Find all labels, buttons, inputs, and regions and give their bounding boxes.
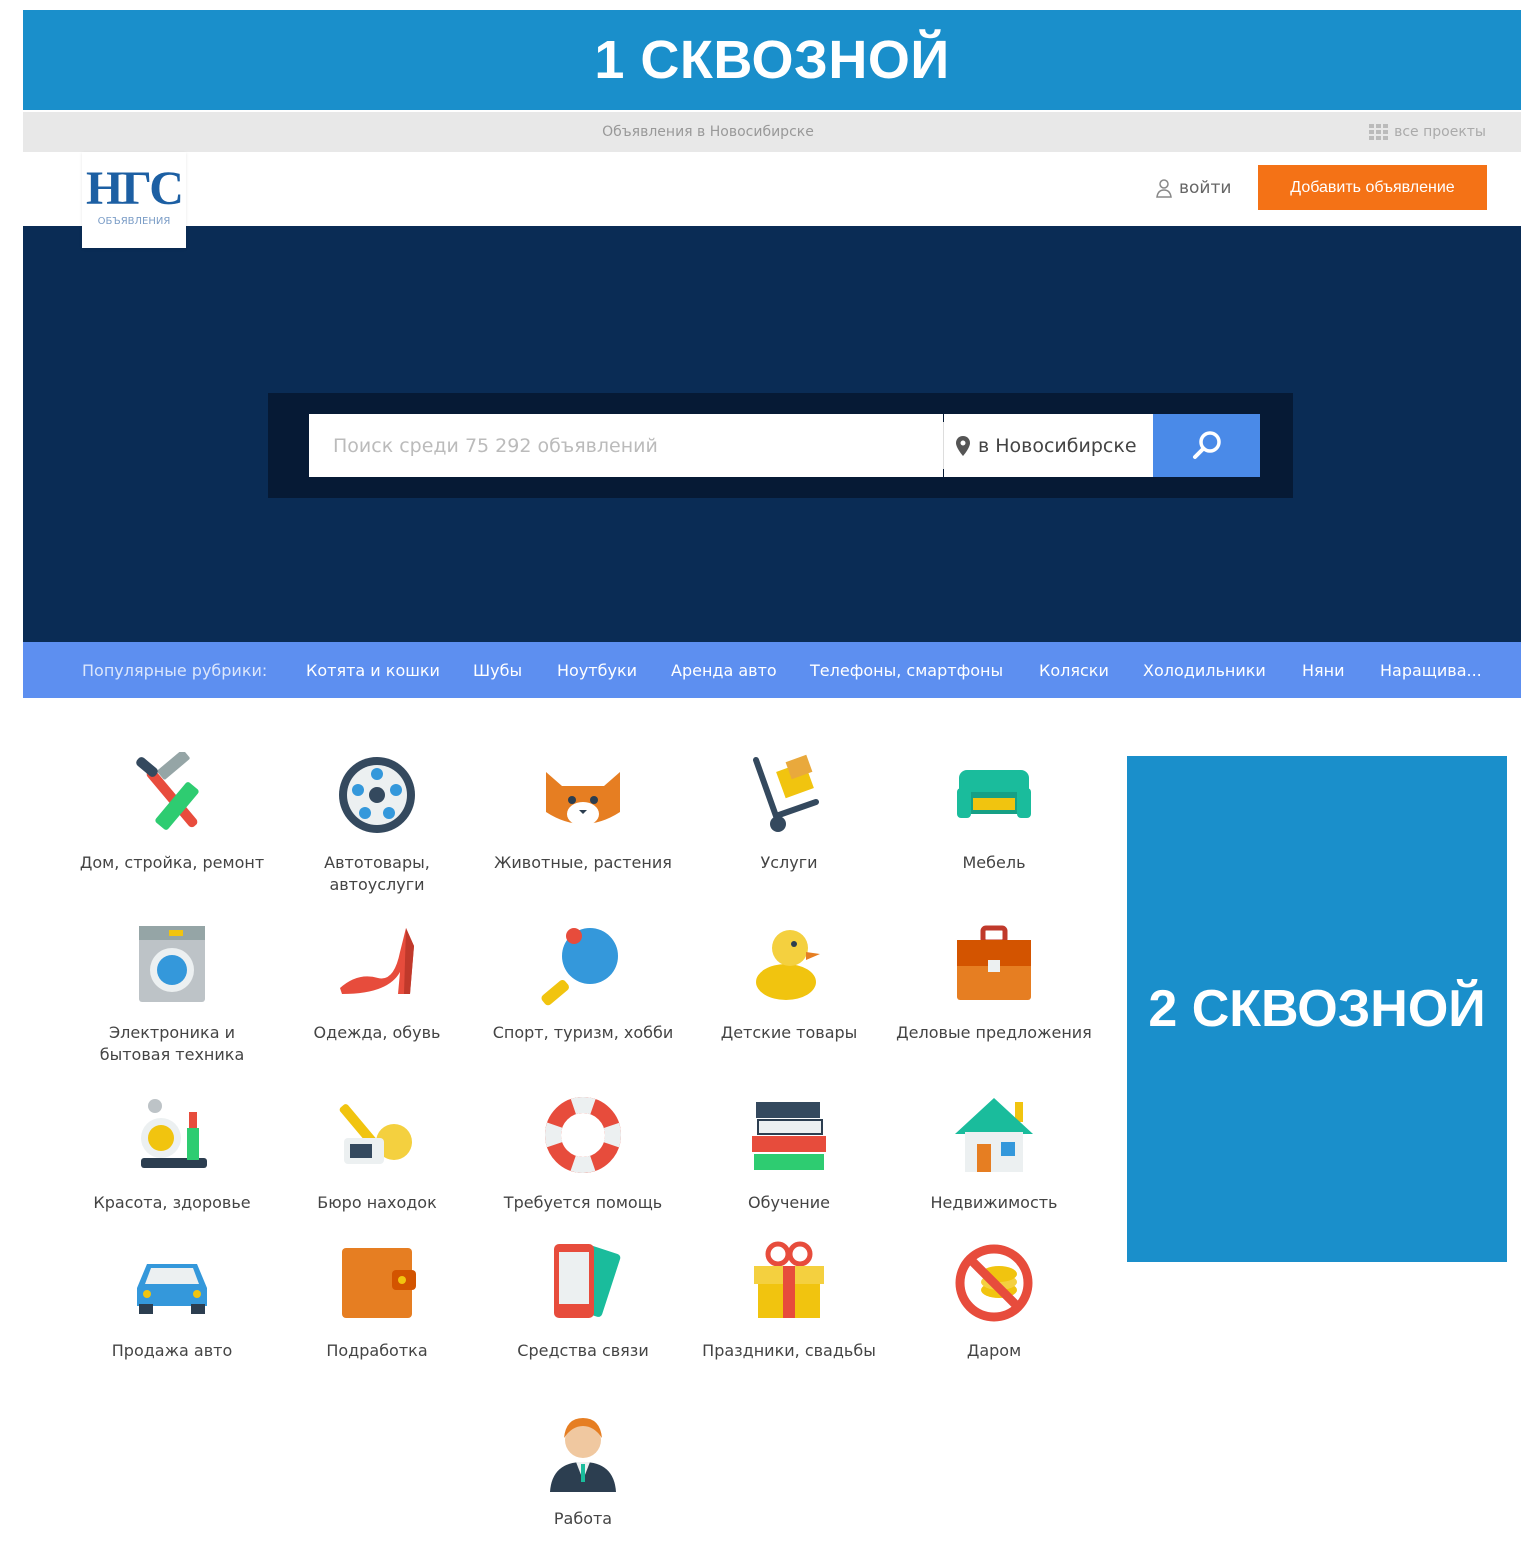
category-label: Требуется помощь xyxy=(503,1193,663,1212)
category-label: Праздники, свадьбы xyxy=(702,1341,876,1360)
sofa-icon xyxy=(957,770,1031,818)
category-auto-goods[interactable]: Автотовары, автоуслуги xyxy=(277,752,477,896)
category-real-estate[interactable]: Недвижимость xyxy=(894,1092,1094,1214)
category-label: Электроника и бытовая техника xyxy=(99,1023,245,1064)
logo-mark: НГС xyxy=(86,162,184,215)
popular-label: Популярные рубрики: xyxy=(82,661,268,680)
category-business[interactable]: Деловые предложения xyxy=(894,922,1094,1044)
popular-item[interactable]: Наращива... xyxy=(1380,661,1482,680)
popular-item[interactable]: Телефоны, смартфоны xyxy=(810,661,1003,680)
popular-item[interactable]: Холодильники xyxy=(1143,661,1266,680)
login-link[interactable]: войти xyxy=(1155,178,1231,198)
category-furniture[interactable]: Мебель xyxy=(894,752,1094,874)
location-selector[interactable]: в Новосибирске xyxy=(944,414,1153,477)
top-bar: Объявления в Новосибирске все проекты xyxy=(23,112,1521,152)
category-side-jobs[interactable]: Подработка xyxy=(277,1240,477,1362)
category-clothing[interactable]: Одежда, обувь xyxy=(277,922,477,1044)
category-services[interactable]: Услуги xyxy=(689,752,889,874)
category-label: Дом, стройка, ремонт xyxy=(79,853,265,872)
category-label: Продажа авто xyxy=(111,1341,233,1360)
popular-item[interactable]: Аренда авто xyxy=(671,661,777,680)
category-label: Даром xyxy=(966,1341,1022,1360)
popular-item[interactable]: Ноутбуки xyxy=(557,661,637,680)
side-ad-banner[interactable]: 2 СКВОЗНОЙ xyxy=(1127,756,1507,1262)
category-label: Мебель xyxy=(962,853,1026,872)
duck-icon xyxy=(756,930,820,1000)
search-button[interactable] xyxy=(1153,414,1260,477)
high-heel-icon xyxy=(340,928,414,994)
category-home-repair[interactable]: Дом, стройка, ремонт xyxy=(72,752,272,874)
popular-item[interactable]: Котята и кошки xyxy=(306,661,440,680)
lifebuoy-icon xyxy=(545,1097,621,1173)
search-placeholder: Поиск среди 75 292 объявлений xyxy=(333,434,658,457)
phone-icon xyxy=(554,1244,621,1318)
search-input[interactable]: Поиск среди 75 292 объявлений xyxy=(309,414,943,477)
category-animals-plants[interactable]: Животные, растения xyxy=(483,752,683,874)
category-label: Одежда, обувь xyxy=(313,1023,441,1042)
category-sport[interactable]: Спорт, туризм, хобби xyxy=(483,922,683,1044)
top-ad-banner[interactable]: 1 СКВОЗНОЙ xyxy=(23,10,1521,110)
category-label: Красота, здоровье xyxy=(93,1193,251,1212)
logo-subtitle: ОБЪЯВЛЕНИЯ xyxy=(97,216,171,227)
category-electronics[interactable]: Электроника и бытовая техника xyxy=(72,922,272,1066)
worker-icon xyxy=(550,1418,616,1492)
category-free[interactable]: Даром xyxy=(894,1240,1094,1362)
category-communication[interactable]: Средства связи xyxy=(483,1240,683,1362)
gift-icon xyxy=(754,1241,824,1318)
wallet-icon xyxy=(342,1248,416,1318)
cosmetics-icon xyxy=(141,1099,207,1168)
search-icon xyxy=(1192,430,1221,459)
all-projects-label: все проекты xyxy=(1394,124,1486,140)
popular-item[interactable]: Коляски xyxy=(1039,661,1109,680)
delivery-cart-icon xyxy=(753,754,819,832)
category-label: Обучение xyxy=(748,1193,830,1212)
popular-item[interactable]: Няни xyxy=(1302,661,1345,680)
category-lost-found[interactable]: Бюро находок xyxy=(277,1092,477,1214)
logo[interactable]: НГС ОБЪЯВЛЕНИЯ xyxy=(82,152,186,248)
car-icon xyxy=(137,1264,207,1314)
washing-machine-icon xyxy=(139,926,205,1002)
category-label: Работа xyxy=(553,1509,613,1528)
category-label: Недвижимость xyxy=(930,1193,1058,1212)
cat-icon xyxy=(546,772,620,826)
keys-icon xyxy=(339,1104,412,1164)
wheel-icon xyxy=(339,757,415,833)
user-icon xyxy=(1156,179,1172,198)
category-label: Автотовары, автоуслуги xyxy=(324,853,430,894)
category-car-sale[interactable]: Продажа авто xyxy=(72,1240,272,1362)
category-help-needed[interactable]: Требуется помощь xyxy=(483,1092,683,1214)
category-label: Средства связи xyxy=(517,1341,649,1360)
category-label: Деловые предложения xyxy=(896,1023,1092,1042)
books-icon xyxy=(752,1102,826,1170)
popular-rubrics-bar: Популярные рубрики: Котята и кошки Шубы … xyxy=(23,642,1521,698)
ping-pong-icon xyxy=(541,928,618,1006)
popular-item[interactable]: Шубы xyxy=(473,661,522,680)
category-label: Животные, растения xyxy=(494,853,672,872)
category-jobs[interactable]: Работа xyxy=(483,1408,683,1530)
category-label: Бюро находок xyxy=(317,1193,437,1212)
category-label: Подработка xyxy=(326,1341,428,1360)
category-label: Спорт, туризм, хобби xyxy=(492,1023,674,1042)
house-icon xyxy=(955,1098,1033,1172)
category-beauty[interactable]: Красота, здоровье xyxy=(72,1092,272,1214)
briefcase-icon xyxy=(957,925,1031,1000)
category-label: Услуги xyxy=(760,853,818,872)
grid-icon xyxy=(1369,124,1389,140)
all-projects-link[interactable]: все проекты xyxy=(1369,124,1486,140)
tools-icon xyxy=(136,752,199,830)
category-label: Детские товары xyxy=(720,1023,858,1042)
category-kids[interactable]: Детские товары xyxy=(689,922,889,1044)
site-subtitle: Объявления в Новосибирске xyxy=(602,124,814,140)
location-pin-icon xyxy=(956,435,970,456)
login-label: войти xyxy=(1179,178,1232,198)
category-education[interactable]: Обучение xyxy=(689,1092,889,1214)
category-holidays[interactable]: Праздники, свадьбы xyxy=(689,1240,889,1362)
no-coins-icon xyxy=(955,1244,1033,1322)
add-listing-button[interactable]: Добавить объявление xyxy=(1258,165,1487,210)
location-label: в Новосибирске xyxy=(978,434,1137,457)
